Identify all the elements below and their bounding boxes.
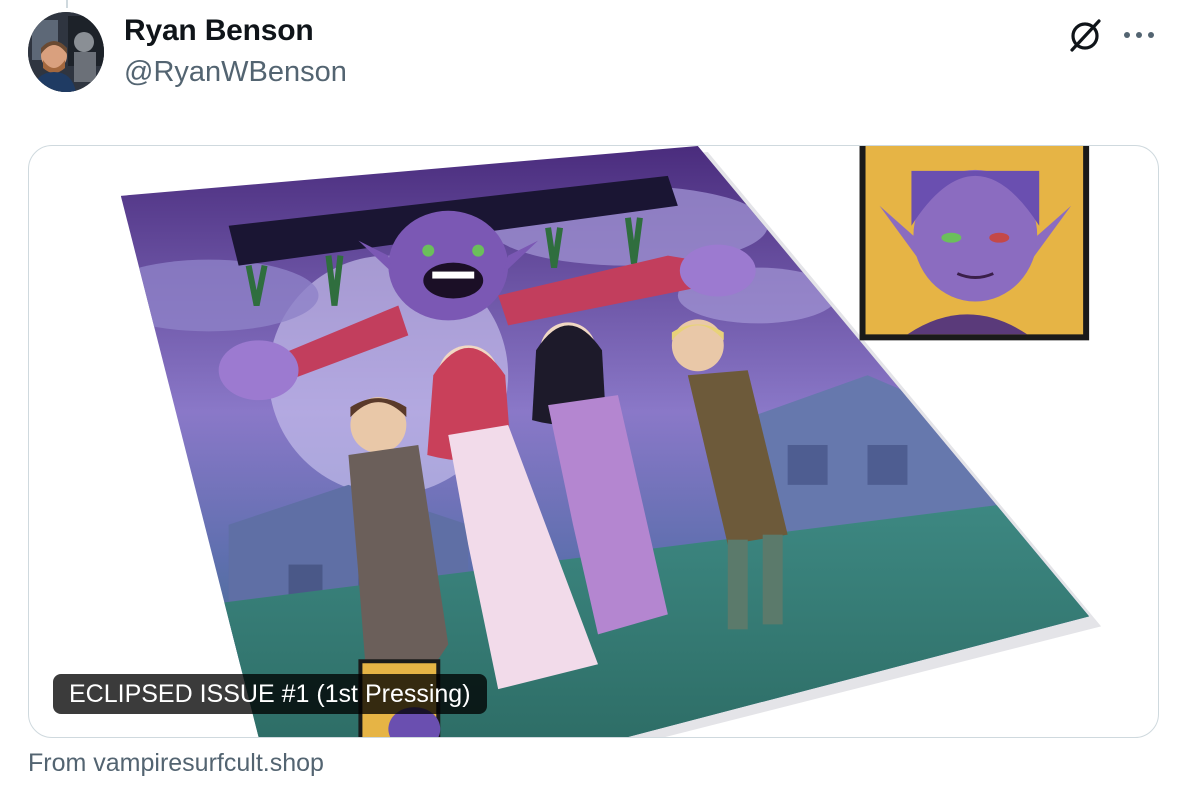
avatar[interactable] — [28, 12, 104, 92]
card-source-link[interactable]: From vampiresurfcult.shop — [28, 749, 324, 778]
card-title-label: ECLIPSED ISSUE #1 (1st Pressing) — [53, 674, 487, 714]
grok-button[interactable] — [1064, 14, 1106, 56]
author-handle[interactable]: @RyanWBenson — [124, 56, 347, 89]
link-card[interactable]: ECLIPSED ISSUE #1 (1st Pressing) — [28, 145, 1159, 738]
author-name[interactable]: Ryan Benson — [124, 14, 314, 48]
grok-slash-circle-icon — [1070, 19, 1101, 52]
more-horizontal-icon — [1124, 32, 1154, 38]
thread-connector-line — [66, 0, 68, 8]
more-options-button[interactable] — [1118, 14, 1160, 56]
comic-cover-image — [120, 146, 1102, 737]
